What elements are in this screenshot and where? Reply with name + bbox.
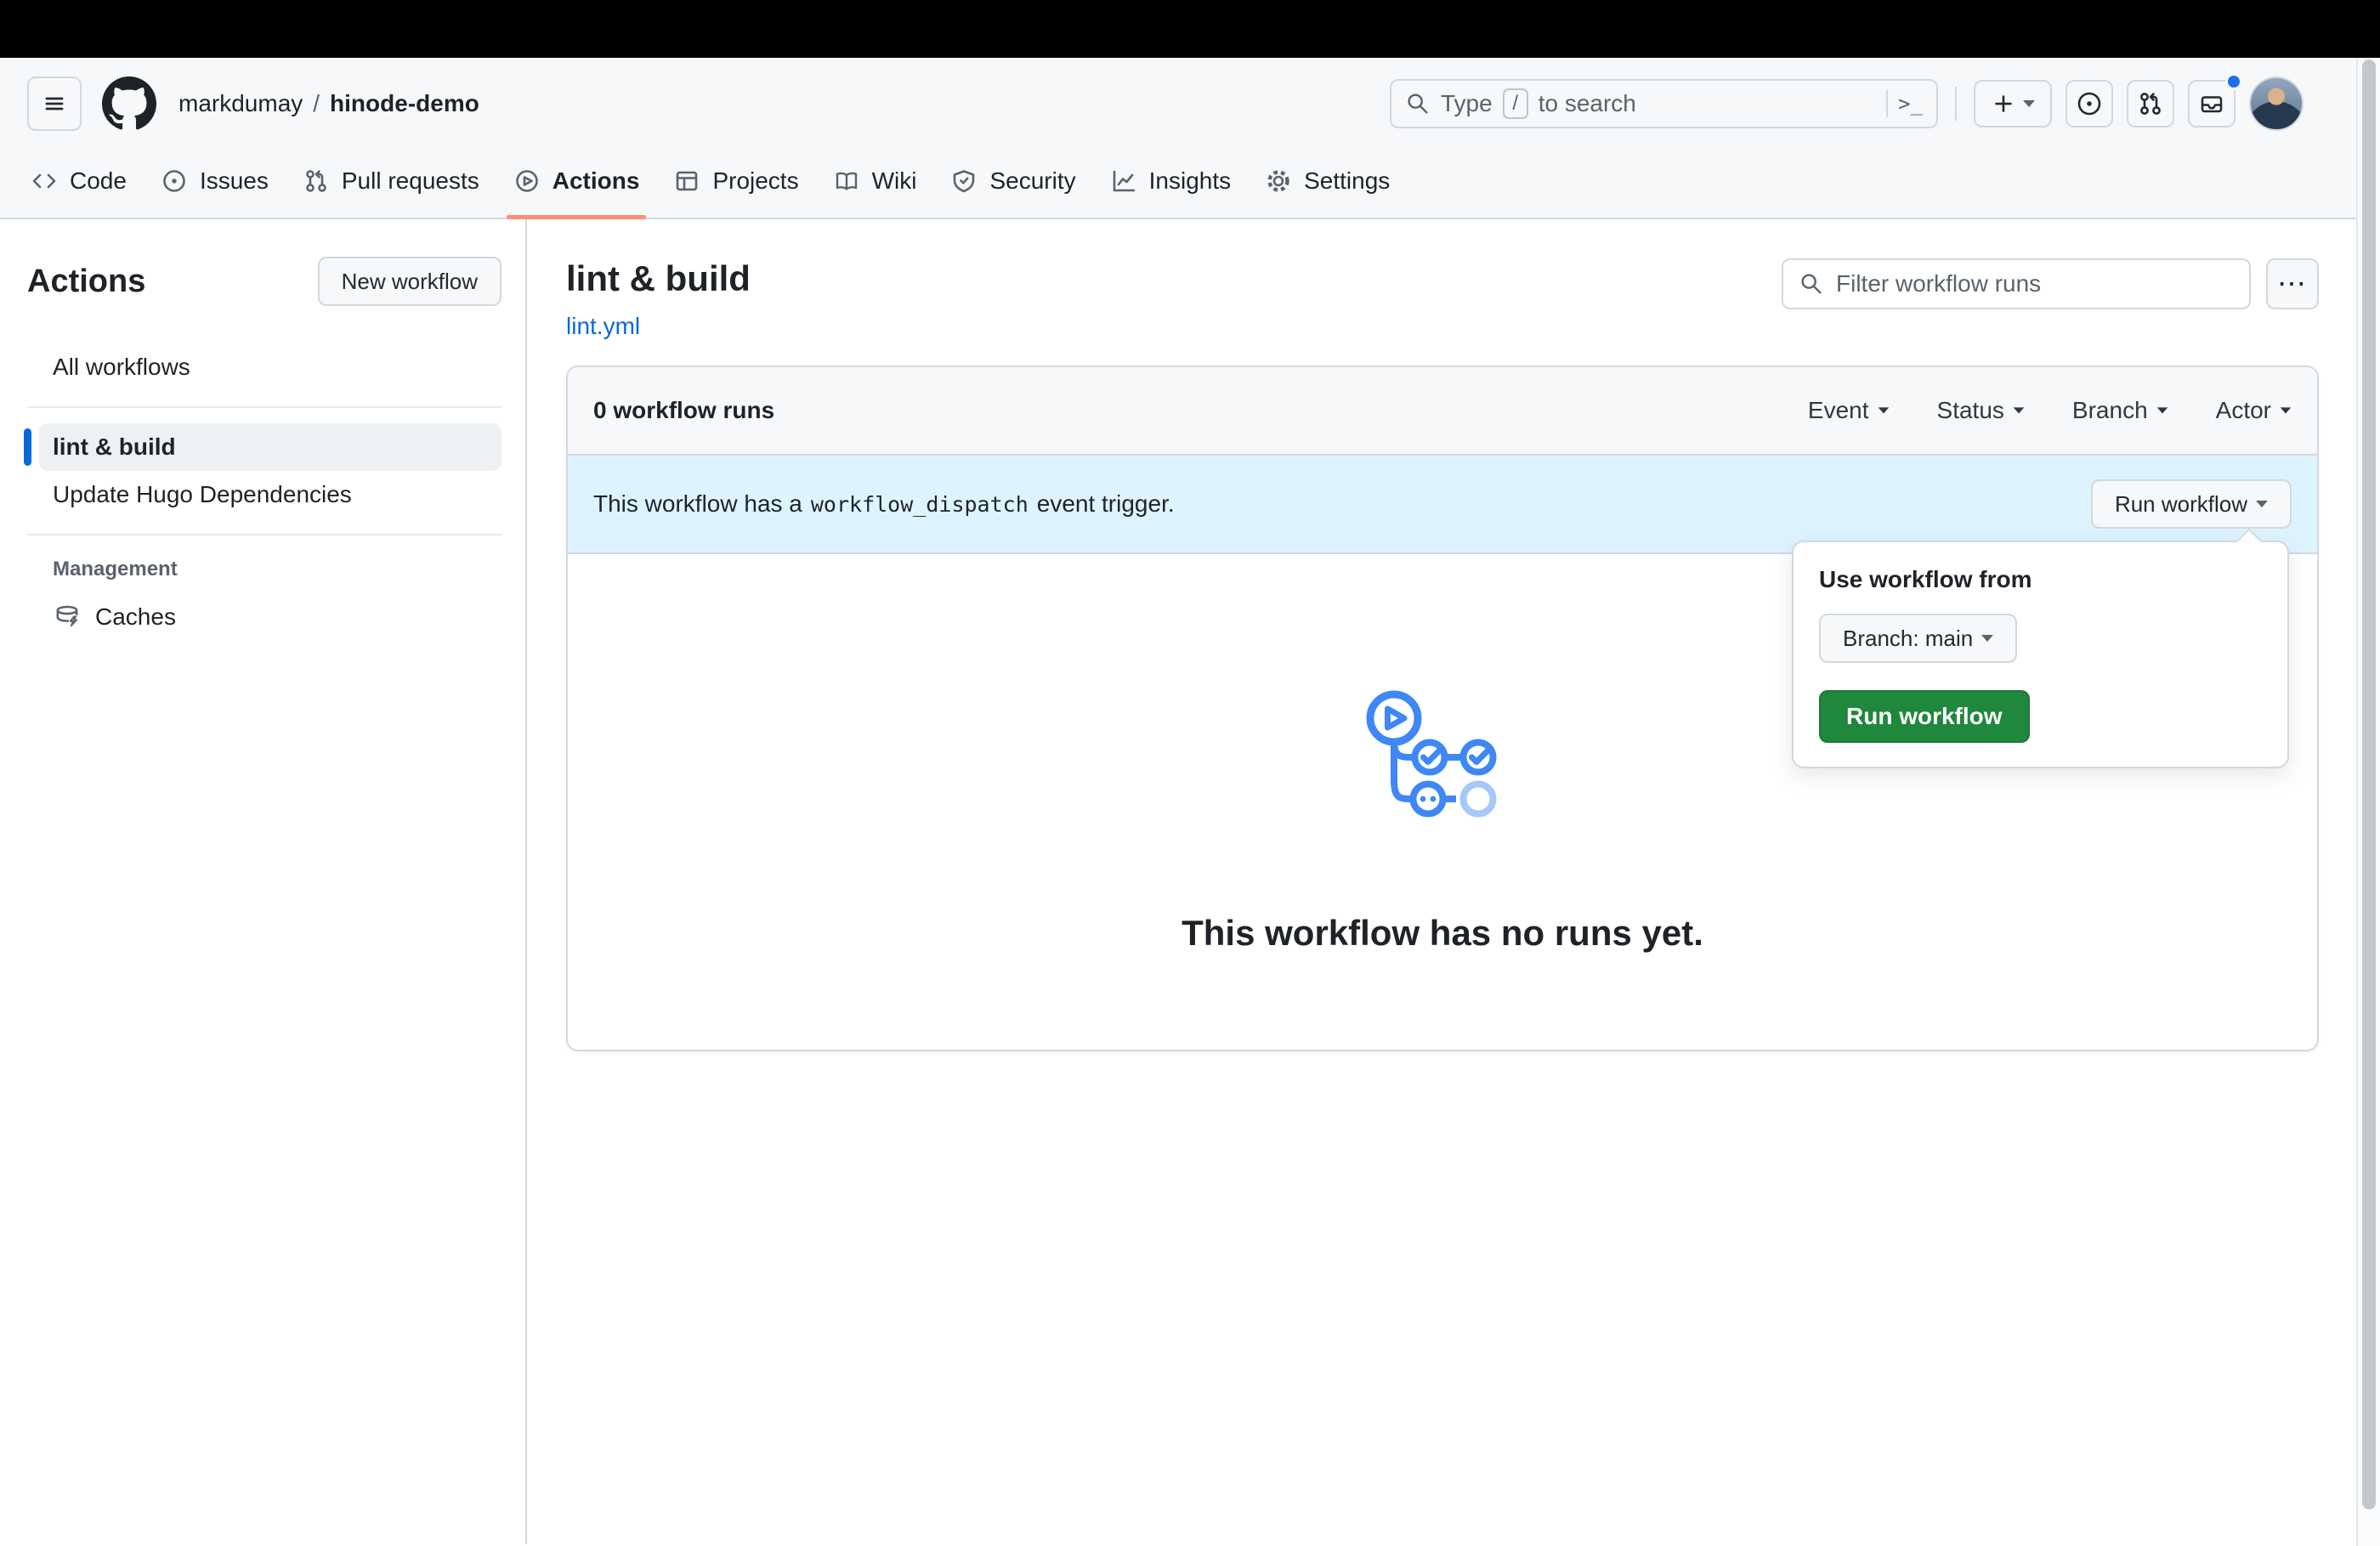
sidebar-item-all-workflows[interactable]: All workflows bbox=[39, 343, 502, 391]
issues-header-button[interactable] bbox=[2066, 80, 2113, 127]
search-divider bbox=[1886, 90, 1889, 117]
workflow-graph-illustration bbox=[1366, 690, 1497, 818]
empty-state-message: This workflow has no runs yet. bbox=[1182, 913, 1703, 953]
kebab-horizontal-icon: ⋯ bbox=[2277, 268, 2308, 300]
command-palette-icon[interactable]: >_ bbox=[1898, 92, 1923, 116]
scrollbar-thumb[interactable] bbox=[2362, 59, 2376, 1509]
page-scrollbar[interactable] bbox=[2356, 58, 2380, 1546]
tab-issues[interactable]: Issues bbox=[145, 144, 284, 218]
sidebar-item-label: Caches bbox=[95, 603, 176, 630]
app-header: markdumay / hinode-demo Type / to search… bbox=[0, 58, 2380, 219]
chevron-down-icon bbox=[2256, 501, 2268, 507]
breadcrumb-owner-link[interactable]: markdumay bbox=[178, 90, 303, 117]
workflow-file-link[interactable]: lint.yml bbox=[566, 313, 640, 340]
run-workflow-dropdown-button[interactable]: Run workflow bbox=[2090, 479, 2292, 529]
window-title-bar bbox=[0, 0, 2380, 58]
chevron-down-icon bbox=[1981, 635, 1994, 642]
header-divider bbox=[1955, 87, 1957, 121]
git-pull-request-icon bbox=[2137, 90, 2164, 117]
tab-code[interactable]: Code bbox=[15, 144, 142, 218]
search-icon bbox=[1405, 91, 1431, 116]
shield-icon bbox=[950, 167, 978, 195]
breadcrumb: markdumay / hinode-demo bbox=[178, 90, 479, 117]
global-search-input[interactable]: Type / to search >_ bbox=[1390, 79, 1938, 128]
user-avatar[interactable] bbox=[2249, 76, 2304, 131]
chevron-down-icon bbox=[2156, 407, 2168, 414]
cache-database-icon bbox=[53, 603, 82, 631]
play-circle-icon bbox=[513, 167, 541, 195]
status-filter-dropdown[interactable]: Status bbox=[1937, 397, 2025, 424]
repo-nav-tabs: Code Issues Pull requests Actions Projec… bbox=[0, 144, 2380, 219]
inbox-icon bbox=[2198, 90, 2225, 117]
tab-security[interactable]: Security bbox=[935, 144, 1091, 218]
github-logo-icon[interactable] bbox=[102, 76, 156, 131]
issue-opened-icon bbox=[161, 167, 188, 195]
search-icon bbox=[1799, 271, 1824, 297]
filter-workflow-runs-box bbox=[1782, 258, 2251, 309]
filter-workflow-runs-input[interactable] bbox=[1836, 270, 2234, 297]
slash-key-hint: / bbox=[1502, 88, 1528, 119]
workflow-list: All workflows lint & build Update Hugo D… bbox=[24, 343, 502, 535]
tab-settings[interactable]: Settings bbox=[1250, 144, 1405, 218]
breadcrumb-repo-link[interactable]: hinode-demo bbox=[330, 90, 479, 117]
sidebar-item-caches[interactable]: Caches bbox=[39, 593, 502, 641]
event-filter-dropdown[interactable]: Event bbox=[1808, 397, 1890, 424]
chevron-down-icon bbox=[1878, 407, 1889, 414]
tab-insights[interactable]: Insights bbox=[1095, 144, 1247, 218]
tab-actions[interactable]: Actions bbox=[498, 144, 655, 219]
sidebar-divider bbox=[27, 406, 502, 408]
sidebar-item-update-hugo-dependencies[interactable]: Update Hugo Dependencies bbox=[39, 471, 502, 518]
tab-wiki[interactable]: Wiki bbox=[818, 144, 932, 218]
runs-panel-header: 0 workflow runs Event Status Branch Acto… bbox=[568, 367, 2317, 456]
run-workflow-popover: Use workflow from Branch: main Run workf… bbox=[1792, 528, 2289, 768]
branch-filter-dropdown[interactable]: Branch bbox=[2072, 397, 2168, 424]
branch-select-button[interactable]: Branch: main bbox=[1819, 614, 2018, 663]
sidebar-item-lint-and-build[interactable]: lint & build bbox=[24, 423, 502, 471]
gear-icon bbox=[1265, 167, 1292, 195]
management-section-heading: Management bbox=[53, 558, 178, 580]
git-pull-request-icon bbox=[303, 167, 330, 195]
workflow-options-kebab-button[interactable]: ⋯ bbox=[2266, 258, 2319, 309]
issue-opened-icon bbox=[2076, 90, 2103, 117]
code-icon bbox=[31, 167, 58, 195]
chevron-down-icon bbox=[2280, 407, 2292, 414]
chevron-down-icon bbox=[2023, 100, 2035, 107]
search-placeholder-prefix: Type bbox=[1441, 90, 1493, 116]
plus-icon bbox=[1991, 91, 2016, 116]
table-icon bbox=[673, 167, 700, 195]
sidebar-title: Actions bbox=[27, 263, 146, 299]
main-content: lint & build lint.yml ⋯ 0 workflow runs … bbox=[527, 219, 2380, 1544]
sidebar-divider bbox=[27, 534, 502, 535]
workflow-title: lint & build bbox=[566, 258, 751, 298]
actions-sidebar: Actions New workflow All workflows lint … bbox=[0, 219, 527, 1544]
tab-projects[interactable]: Projects bbox=[658, 144, 813, 218]
workflow-dispatch-code: workflow_dispatch bbox=[810, 491, 1028, 517]
workflow-dispatch-banner: This workflow has a workflow_dispatch ev… bbox=[568, 456, 2317, 554]
unread-notification-dot bbox=[2225, 73, 2242, 90]
create-new-button[interactable] bbox=[1974, 80, 2052, 127]
book-icon bbox=[833, 167, 860, 195]
workflow-runs-count: 0 workflow runs bbox=[593, 397, 775, 423]
chevron-down-icon bbox=[2013, 407, 2025, 414]
tab-pull-requests[interactable]: Pull requests bbox=[287, 144, 495, 218]
three-bars-icon bbox=[41, 90, 68, 117]
graph-icon bbox=[1110, 167, 1137, 195]
use-workflow-from-heading: Use workflow from bbox=[1819, 566, 2032, 592]
run-workflow-submit-button[interactable]: Run workflow bbox=[1819, 690, 2030, 743]
new-workflow-button[interactable]: New workflow bbox=[317, 257, 502, 306]
breadcrumb-separator: / bbox=[313, 90, 320, 116]
pull-requests-header-button[interactable] bbox=[2127, 80, 2174, 127]
hamburger-menu-button[interactable] bbox=[27, 76, 82, 131]
search-placeholder-suffix: to search bbox=[1538, 90, 1636, 116]
actor-filter-dropdown[interactable]: Actor bbox=[2216, 397, 2292, 424]
